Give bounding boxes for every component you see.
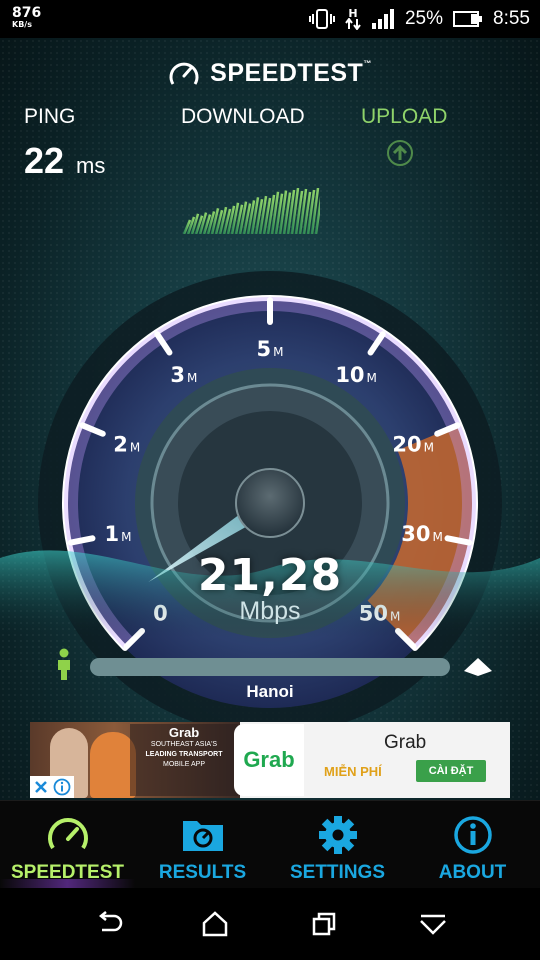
gauge-tick-unit: M xyxy=(432,530,442,544)
tab-settings[interactable]: SETTINGS xyxy=(270,801,405,889)
ad-banner[interactable]: Grab SOUTHEAST ASIA'S LEADING TRANSPORT … xyxy=(30,722,510,798)
server-distance-bar xyxy=(90,658,450,676)
ad-brand: Grab xyxy=(168,725,200,740)
speed-value: 21,28 xyxy=(197,550,343,601)
server-icon xyxy=(464,658,492,676)
folder-icon xyxy=(182,821,223,851)
info-icon xyxy=(453,816,492,854)
ad-image[interactable]: Grab SOUTHEAST ASIA'S LEADING TRANSPORT … xyxy=(30,722,240,798)
gauge-tick xyxy=(67,535,96,546)
battery-percent: 25% xyxy=(404,8,444,29)
server-location: Hanoi xyxy=(246,682,294,701)
tab-speedtest[interactable]: SPEEDTEST xyxy=(0,801,135,889)
gauge-tick-unit: M xyxy=(367,371,377,385)
home-icon[interactable] xyxy=(200,910,230,938)
user-location-icon xyxy=(58,648,70,680)
tab-results[interactable]: RESULTS xyxy=(135,801,270,889)
status-icons: H 25% 8:55 xyxy=(308,6,530,30)
gauge-tick-unit: M xyxy=(130,441,140,455)
tab-label-settings: SETTINGS xyxy=(289,862,385,883)
speed-unit: Mbps xyxy=(239,597,301,625)
ad-tagline-3: MOBILE APP xyxy=(162,761,206,768)
gauge-hub xyxy=(235,468,305,538)
gauge-tick-unit: M xyxy=(424,441,434,455)
battery-icon xyxy=(453,11,483,27)
gauge-tick-unit: M xyxy=(121,530,131,544)
signal-icon xyxy=(371,9,394,29)
ad-choices[interactable] xyxy=(30,776,74,798)
hide-keyboard-icon[interactable] xyxy=(418,910,448,938)
hspa-icon: H xyxy=(345,6,361,30)
speedometer-icon xyxy=(47,818,88,850)
gauge-tick-unit: M xyxy=(273,345,283,359)
status-bar: 876 KB/s H 25% 8:55 xyxy=(0,0,540,38)
speedtest-screen: SPEEDTEST™ PING DOWNLOAD UPLOAD 22 ms 1 … xyxy=(0,38,540,800)
gauge-tick xyxy=(444,535,473,546)
tab-about[interactable]: ABOUT xyxy=(405,801,540,889)
ad-app-logo[interactable]: Grab xyxy=(234,724,304,796)
close-icon[interactable] xyxy=(33,779,49,795)
vibrate-icon xyxy=(308,9,335,29)
system-navigation-bar xyxy=(0,888,540,960)
ad-title[interactable]: Grab xyxy=(384,732,426,754)
ad-tagline: Grab SOUTHEAST ASIA'S LEADING TRANSPORT … xyxy=(130,724,238,796)
info-icon[interactable] xyxy=(53,778,71,796)
network-speed-value: 876 xyxy=(12,5,42,21)
ad-install-button[interactable]: CÀI ĐẶT xyxy=(416,760,486,782)
tab-label-results: RESULTS xyxy=(158,862,247,883)
network-type-label: H xyxy=(348,6,358,20)
back-icon[interactable] xyxy=(94,910,124,938)
ad-price: MIỄN PHÍ xyxy=(324,764,382,779)
gauge-tick-unit: M xyxy=(187,371,197,385)
tab-label-speedtest: SPEEDTEST xyxy=(11,862,124,883)
speed-readout: 21,28 Mbps xyxy=(0,550,540,626)
tab-label-about: ABOUT xyxy=(438,862,507,883)
recent-apps-icon[interactable] xyxy=(310,910,340,938)
clock: 8:55 xyxy=(493,8,530,29)
ad-tagline-1: SOUTHEAST ASIA'S xyxy=(150,741,218,748)
network-speed-unit: KB/s xyxy=(12,20,32,29)
ad-tagline-2: LEADING TRANSPORT xyxy=(145,751,223,758)
ad-logo-text: Grab xyxy=(243,747,295,772)
network-speed-indicator: 876 KB/s xyxy=(12,6,41,29)
bottom-tab-bar: SPEEDTEST RESULTS SETTINGS ABOUT xyxy=(0,800,540,889)
gear-icon xyxy=(318,816,357,854)
